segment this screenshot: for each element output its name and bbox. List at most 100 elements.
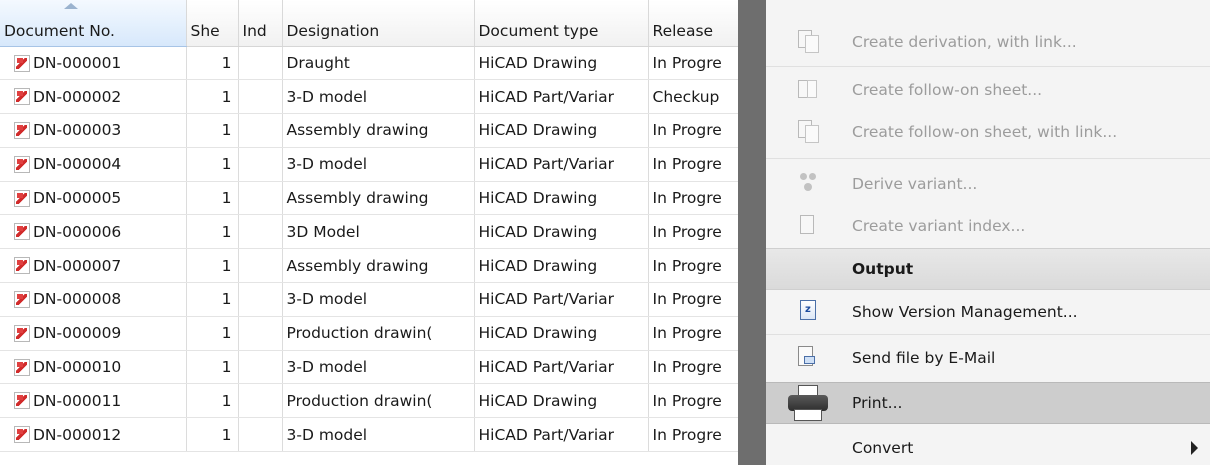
menu-item-convert[interactable]: Convert xyxy=(766,426,1210,465)
cell-release: In Progre xyxy=(648,147,738,182)
document-file-icon xyxy=(14,426,30,444)
cell-index xyxy=(238,248,283,284)
cell-designation: 3-D model xyxy=(282,417,475,453)
table-row[interactable]: DN-000007 1 Assembly drawing HiCAD Drawing I… xyxy=(0,248,738,284)
cell-document-no: DN-000012 xyxy=(0,417,187,453)
cell-document-no: DN-000001 xyxy=(0,46,187,81)
cell-designation: Assembly drawing xyxy=(282,181,475,216)
cell-document-no: DN-000006 xyxy=(0,214,187,250)
column-header-index[interactable]: Ind xyxy=(238,0,283,47)
cell-index xyxy=(238,214,283,250)
cell-release: Checkup xyxy=(648,79,738,115)
submenu-arrow-icon xyxy=(1191,441,1198,455)
cell-sheet: 1 xyxy=(186,113,239,148)
follow-on-sheet-link-icon xyxy=(798,120,820,144)
cell-document-type: HiCAD Drawing xyxy=(474,113,649,148)
cell-sheet: 1 xyxy=(186,248,239,284)
cell-document-no: DN-000003 xyxy=(0,113,187,148)
cell-document-type: HiCAD Drawing xyxy=(474,46,649,81)
table-header-row: Document No. She Ind Designation Documen… xyxy=(0,0,738,47)
cell-document-type: HiCAD Part/Variar xyxy=(474,350,649,385)
document-file-icon xyxy=(14,88,30,106)
table-row[interactable]: DN-000009 1 Production drawin(HiCAD Drawin… xyxy=(0,316,738,351)
cell-index xyxy=(238,316,283,351)
cell-release: In Progre xyxy=(648,350,738,385)
menu-item-create-derivation-with-link[interactable]: Create derivation, with link... xyxy=(766,20,1210,64)
cell-document-type: HiCAD Drawing xyxy=(474,248,649,284)
cell-designation: Assembly drawing xyxy=(282,248,475,284)
menu-item-create-follow-on-sheet-with-link[interactable]: Create follow-on sheet, with link... xyxy=(766,110,1210,154)
document-file-icon xyxy=(14,324,30,342)
cell-sheet: 1 xyxy=(186,214,239,250)
column-header-document-no[interactable]: Document No. xyxy=(0,0,187,47)
document-file-icon xyxy=(14,155,30,173)
cell-index xyxy=(238,147,283,182)
variant-index-icon xyxy=(798,214,820,238)
cell-release: In Progre xyxy=(648,46,738,81)
context-menu: Create derivation, with link... Create f… xyxy=(766,0,1210,465)
cell-document-type: HiCAD Drawing xyxy=(474,316,649,351)
menu-item-derive-variant[interactable]: Derive variant... xyxy=(766,162,1210,206)
cell-release: In Progre xyxy=(648,282,738,317)
cell-document-no: DN-000007 xyxy=(0,248,187,284)
sort-ascending-icon xyxy=(64,3,78,9)
cell-document-no: DN-000010 xyxy=(0,350,187,385)
cell-index xyxy=(238,46,283,81)
column-header-release[interactable]: Release xyxy=(648,0,738,47)
table-row[interactable]: DN-000012 1 3-D model HiCAD Part/Variar In P… xyxy=(0,417,738,453)
cell-sheet: 1 xyxy=(186,79,239,115)
menu-separator xyxy=(766,158,1210,159)
document-file-icon xyxy=(14,189,30,207)
cell-release: In Progre xyxy=(648,181,738,216)
menu-item-create-variant-index[interactable]: Create variant index... xyxy=(766,204,1210,248)
cell-document-type: HiCAD Drawing xyxy=(474,383,649,419)
cell-index xyxy=(238,417,283,453)
table-row[interactable]: DN-000001 1 Draught HiCAD Drawing In Progre xyxy=(0,46,738,81)
cell-sheet: 1 xyxy=(186,417,239,453)
column-header-document-type[interactable]: Document type xyxy=(474,0,649,47)
cell-document-type: HiCAD Part/Variar xyxy=(474,282,649,317)
document-table: Document No. She Ind Designation Documen… xyxy=(0,0,738,453)
document-grid: Document No. She Ind Designation Documen… xyxy=(0,0,738,465)
cell-index xyxy=(238,383,283,419)
column-header-sheet[interactable]: She xyxy=(186,0,239,47)
menu-item-send-file-by-email[interactable]: Send file by E-Mail xyxy=(766,336,1210,380)
cell-release: In Progre xyxy=(648,417,738,453)
table-row[interactable]: DN-000006 1 3D Model HiCAD Drawing In Progre xyxy=(0,214,738,250)
document-file-icon xyxy=(14,257,30,275)
cell-sheet: 1 xyxy=(186,147,239,182)
email-file-icon xyxy=(798,346,820,370)
document-file-icon xyxy=(14,392,30,410)
cell-document-no: DN-000009 xyxy=(0,316,187,351)
derivation-link-icon xyxy=(798,30,820,54)
cell-index xyxy=(238,79,283,115)
cell-document-no: DN-000004 xyxy=(0,147,187,182)
cell-designation: Production drawin( xyxy=(282,316,475,351)
cell-designation: Production drawin( xyxy=(282,383,475,419)
cell-sheet: 1 xyxy=(186,350,239,385)
table-row[interactable]: DN-000004 1 3-D model HiCAD Part/Variar In P… xyxy=(0,147,738,182)
menu-item-print[interactable]: Print... xyxy=(766,382,1210,424)
follow-on-sheet-icon xyxy=(798,78,820,102)
table-row[interactable]: DN-000008 1 3-D model HiCAD Part/Variar In P… xyxy=(0,282,738,317)
cell-release: In Progre xyxy=(648,383,738,419)
cell-document-no: DN-000008 xyxy=(0,282,187,317)
menu-separator xyxy=(766,334,1210,335)
cell-index xyxy=(238,282,283,317)
table-row[interactable]: DN-000002 1 3-D model HiCAD Part/Variar Chec… xyxy=(0,79,738,115)
cell-sheet: 1 xyxy=(186,46,239,81)
document-file-icon xyxy=(14,122,30,140)
menu-item-show-version-management[interactable]: Show Version Management... xyxy=(766,290,1210,334)
table-row[interactable]: DN-000005 1 Assembly drawing HiCAD Drawing I… xyxy=(0,181,738,216)
table-row[interactable]: DN-000010 1 3-D model HiCAD Part/Variar In P… xyxy=(0,350,738,385)
menu-item-create-follow-on-sheet[interactable]: Create follow-on sheet... xyxy=(766,68,1210,112)
version-management-icon xyxy=(798,300,820,324)
cell-sheet: 1 xyxy=(186,383,239,419)
cell-designation: 3-D model xyxy=(282,147,475,182)
cell-sheet: 1 xyxy=(186,181,239,216)
column-header-designation[interactable]: Designation xyxy=(282,0,475,47)
table-row[interactable]: DN-000011 1 Production drawin(HiCAD Drawin… xyxy=(0,383,738,419)
cell-designation: 3-D model xyxy=(282,350,475,385)
document-file-icon xyxy=(14,291,30,309)
table-row[interactable]: DN-000003 1 Assembly drawing HiCAD Drawing I… xyxy=(0,113,738,148)
